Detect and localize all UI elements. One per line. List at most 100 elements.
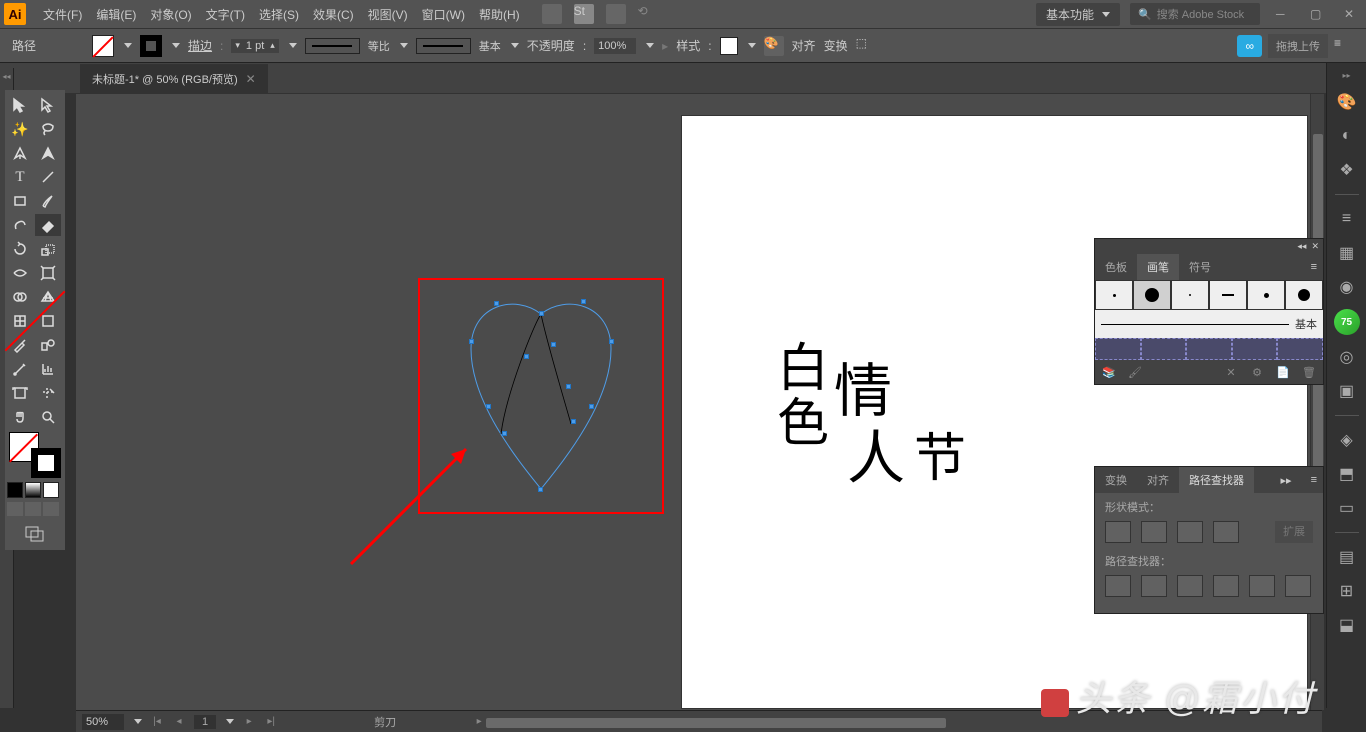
delete-icon[interactable]: 🗑 (1301, 364, 1317, 380)
chevron-down-icon[interactable] (748, 43, 756, 48)
transparency-icon[interactable]: ◉ (1335, 275, 1359, 299)
search-stock[interactable]: 🔍 搜索 Adobe Stock (1130, 3, 1260, 25)
menu-object[interactable]: 对象(O) (143, 6, 198, 23)
rotate-tool[interactable] (7, 238, 33, 260)
line-tool[interactable] (35, 166, 61, 188)
mb-arrange[interactable] (606, 4, 626, 24)
asset-export-icon[interactable]: ⬒ (1335, 462, 1359, 486)
close-icon[interactable]: ✕ (246, 72, 256, 86)
stroke-swatch[interactable] (140, 35, 162, 57)
transform-label[interactable]: 变换 (824, 37, 848, 54)
library-icon[interactable]: 📚 (1101, 364, 1117, 380)
unite-button[interactable] (1105, 521, 1131, 543)
panel-menu-icon[interactable]: ≡ (1334, 36, 1354, 56)
brush-preset[interactable] (1209, 280, 1247, 310)
tab-transform[interactable]: 变换 (1095, 467, 1137, 493)
color-panel-icon[interactable]: 🎨 (1335, 90, 1359, 114)
fill-swatch[interactable] (92, 35, 114, 57)
direct-selection-tool[interactable] (35, 94, 61, 116)
menu-file[interactable]: 文件(F) (36, 6, 89, 23)
chevron-down-icon[interactable] (124, 43, 132, 48)
brush-lib-icon[interactable]: 🖌 (1127, 364, 1143, 380)
vertical-scrollbar[interactable] (1310, 94, 1324, 710)
type-tool[interactable]: T (7, 166, 33, 188)
panel-menu-icon[interactable]: ≡ (1311, 261, 1317, 273)
stroke-weight-up[interactable]: ▴ (270, 40, 275, 51)
curvature-tool[interactable] (35, 142, 61, 164)
anchor-point[interactable] (486, 404, 491, 409)
stroke-weight[interactable]: 1 pt (240, 40, 270, 52)
graph-tool[interactable] (35, 358, 61, 380)
anchor-point[interactable] (551, 342, 556, 347)
isolate-icon[interactable]: ⬚ (856, 36, 876, 56)
draw-behind[interactable] (25, 502, 41, 516)
opacity-input[interactable] (594, 38, 636, 54)
options-icon[interactable]: ⚙ (1249, 364, 1265, 380)
layers-icon[interactable]: ◈ (1335, 428, 1359, 452)
mb-extra-1[interactable] (542, 4, 562, 24)
stroke-indicator[interactable] (31, 448, 61, 478)
art-text-5[interactable]: 节 (914, 416, 966, 491)
artboard[interactable]: 白 色 情 人 节 (682, 116, 1307, 708)
cloud-button[interactable]: ∞ (1237, 35, 1262, 57)
graphic-styles-icon[interactable]: ▣ (1335, 379, 1359, 403)
anchor-point[interactable] (566, 384, 571, 389)
artboards-icon[interactable]: ▭ (1335, 496, 1359, 520)
rectangle-tool[interactable] (7, 190, 33, 212)
scale-tool[interactable] (35, 238, 61, 260)
upload-button[interactable]: 拖拽上传 (1268, 34, 1328, 58)
maximize-button[interactable]: ▢ (1310, 7, 1328, 21)
anchor-point[interactable] (589, 404, 594, 409)
anchor-point[interactable] (502, 431, 507, 436)
more-icon[interactable]: ⊞ (1335, 579, 1359, 603)
first-artboard[interactable]: |◂ (150, 715, 164, 729)
workspace-switcher[interactable]: 基本功能 (1036, 3, 1120, 26)
mb-extra-4[interactable]: ⟲ (638, 4, 658, 24)
close-icon[interactable]: ✕ (1311, 241, 1319, 252)
chevron-down-icon[interactable] (289, 43, 297, 48)
anchor-point[interactable] (538, 487, 543, 492)
remove-stroke-icon[interactable]: ✕ (1223, 364, 1239, 380)
zoom-input[interactable] (82, 714, 124, 730)
artboard-number[interactable]: 1 (194, 715, 216, 729)
shape-builder-tool[interactable] (7, 286, 33, 308)
align-label[interactable]: 对齐 (792, 37, 816, 54)
divide-button[interactable] (1105, 575, 1131, 597)
chevron-down-icon[interactable] (134, 719, 142, 724)
symbol-sprayer-tool[interactable] (7, 358, 33, 380)
menu-view[interactable]: 视图(V) (361, 6, 415, 23)
blend-tool[interactable] (35, 334, 61, 356)
free-transform-tool[interactable] (35, 262, 61, 284)
hand-tool[interactable] (7, 406, 33, 428)
brush-preset[interactable] (1133, 280, 1171, 310)
brush-preset[interactable] (1247, 280, 1285, 310)
paintbrush-tool[interactable] (35, 190, 61, 212)
tab-brushes[interactable]: 画笔 (1137, 254, 1179, 280)
draw-inside[interactable] (43, 502, 59, 516)
properties-icon[interactable]: ❖ (1335, 158, 1359, 182)
gradient-mode[interactable] (25, 482, 41, 498)
collapse-icon[interactable]: ◂◂ (1297, 241, 1306, 252)
menu-select[interactable]: 选择(S) (252, 6, 306, 23)
expand-button[interactable]: 扩展 (1275, 521, 1313, 543)
none-mode[interactable] (43, 482, 59, 498)
shaper-tool[interactable] (7, 214, 33, 236)
lasso-tool[interactable] (35, 118, 61, 140)
outline-button[interactable] (1249, 575, 1275, 597)
color-guide-icon[interactable]: ◐ (1335, 124, 1359, 148)
tab-align[interactable]: 对齐 (1137, 467, 1179, 493)
close-button[interactable]: ✕ (1344, 7, 1362, 21)
menu-type[interactable]: 文字(T) (199, 6, 252, 23)
anchor-point[interactable] (571, 419, 576, 424)
anchor-point[interactable] (539, 311, 544, 316)
chevron-down-icon[interactable] (400, 43, 408, 48)
more-icon-2[interactable]: ⬓ (1335, 613, 1359, 637)
stroke-label[interactable]: 描边 (188, 37, 212, 54)
mb-extra-2[interactable]: St (574, 4, 594, 24)
anchor-point[interactable] (469, 339, 474, 344)
brush-pattern-row[interactable] (1095, 338, 1323, 360)
artboard-tool[interactable] (7, 382, 33, 404)
brush-preset[interactable] (1285, 280, 1323, 310)
width-tool[interactable] (7, 262, 33, 284)
menu-edit[interactable]: 编辑(E) (89, 6, 143, 23)
